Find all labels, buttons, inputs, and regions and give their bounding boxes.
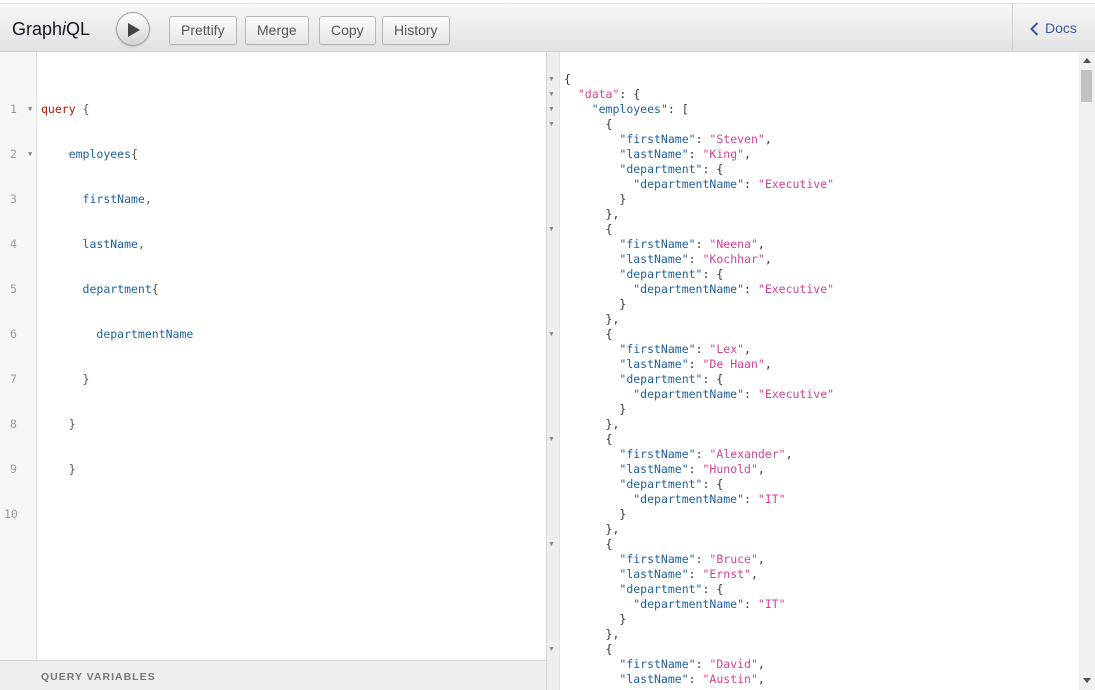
line-number: 7 xyxy=(10,372,17,386)
result-line: "department": { xyxy=(619,372,724,386)
fold-icon[interactable]: ▼ xyxy=(548,331,555,338)
line-number: 4 xyxy=(10,237,17,251)
fold-icon[interactable]: ▼ xyxy=(548,541,555,548)
result-line: "departmentName": "Executive" xyxy=(633,177,835,191)
line-number: 9 xyxy=(10,462,17,476)
chevron-left-icon xyxy=(1030,22,1039,36)
query-code[interactable]: query { employees{ firstName, lastName, … xyxy=(41,72,193,537)
fold-icon[interactable]: ▼ xyxy=(548,121,555,128)
query-line-numbers: 1 ▼ 2 ▼ 3 4 5 6 7 8 9 10 xyxy=(0,72,36,552)
line-number: 5 xyxy=(10,282,17,296)
result-line: "departmentName": "Executive" xyxy=(633,282,835,296)
result-line: "department": { xyxy=(619,162,724,176)
result-line: "data": { xyxy=(577,87,641,101)
query-line: lastName, xyxy=(82,237,145,251)
result-line: } xyxy=(564,612,627,626)
merge-button[interactable]: Merge xyxy=(245,16,309,45)
query-line: departmentName xyxy=(96,327,194,341)
result-line: { xyxy=(564,432,613,446)
result-line: "lastName": "King", xyxy=(619,147,751,161)
result-line: "firstName": "Alexander", xyxy=(619,447,793,461)
query-line: department{ xyxy=(82,282,159,296)
result-line: { xyxy=(564,537,613,551)
fold-icon[interactable]: ▼ xyxy=(548,436,555,443)
history-button[interactable]: History xyxy=(382,16,450,45)
result-line: }, xyxy=(564,522,620,536)
query-line: employees{ xyxy=(68,147,138,161)
result-line: } xyxy=(564,297,627,311)
scroll-down-arrow-icon[interactable] xyxy=(1083,678,1091,683)
result-line: }, xyxy=(564,207,620,221)
result-line: { xyxy=(564,222,613,236)
result-line: { xyxy=(564,327,613,341)
query-variables-label: QUERY VARIABLES xyxy=(41,671,156,683)
query-line: } xyxy=(41,462,76,476)
fold-icon[interactable]: ▼ xyxy=(28,102,32,117)
query-line: query { xyxy=(41,102,90,116)
result-line: } xyxy=(564,507,627,521)
result-viewer: { "data": { "employees": [ { "firstName"… xyxy=(560,52,1079,690)
fold-icon[interactable]: ▼ xyxy=(28,147,32,162)
result-line: { xyxy=(564,72,571,86)
result-line: { xyxy=(564,117,613,131)
line-number: 1 xyxy=(10,102,17,116)
result-line: "department": { xyxy=(619,582,724,596)
result-line: }, xyxy=(564,627,620,641)
result-line: "firstName": "Steven", xyxy=(619,132,772,146)
play-icon xyxy=(128,23,140,37)
execute-query-button[interactable] xyxy=(116,12,150,46)
result-line: "department": { xyxy=(619,477,724,491)
fold-icon[interactable]: ▼ xyxy=(548,91,555,98)
query-line: firstName, xyxy=(82,192,152,206)
docs-button[interactable]: Docs xyxy=(1012,4,1095,52)
result-line: "lastName": "Ernst", xyxy=(619,567,758,581)
docs-label: Docs xyxy=(1045,20,1077,36)
result-line: "firstName": "Lex", xyxy=(619,342,751,356)
result-line: "department": { xyxy=(619,267,724,281)
result-line: "lastName": "De Haan", xyxy=(619,357,772,371)
result-line: }, xyxy=(564,312,620,326)
copy-button[interactable]: Copy xyxy=(319,16,376,45)
query-line: } xyxy=(41,417,76,431)
result-line: "firstName": "Bruce", xyxy=(619,552,765,566)
query-line: } xyxy=(41,372,90,386)
result-line: "firstName": "Neena", xyxy=(619,237,765,251)
result-line: { xyxy=(564,642,613,656)
line-number: 10 xyxy=(4,507,18,521)
query-editor[interactable]: 1 ▼ 2 ▼ 3 4 5 6 7 8 9 10 query { employees… xyxy=(0,52,546,660)
result-line: "employees": [ xyxy=(591,102,689,116)
line-number: 6 xyxy=(10,327,17,341)
query-variables-toggle[interactable]: QUERY VARIABLES xyxy=(0,660,546,690)
result-line: "firstName": "David", xyxy=(619,657,765,671)
fold-icon[interactable]: ▼ xyxy=(548,76,555,83)
toolbar: GraphiQL Prettify Merge Copy History Doc… xyxy=(0,3,1095,52)
result-line: "lastName": "Austin", xyxy=(619,672,765,686)
app-title: GraphiQL xyxy=(12,19,91,39)
result-line: } xyxy=(564,192,627,206)
fold-icon[interactable]: ▼ xyxy=(548,226,555,233)
result-line: "departmentName": "Executive" xyxy=(633,387,835,401)
result-line: "departmentName": "IT" xyxy=(633,492,786,506)
fold-icon[interactable]: ▼ xyxy=(548,106,555,113)
result-line: "lastName": "Hunold", xyxy=(619,462,765,476)
prettify-button[interactable]: Prettify xyxy=(169,16,237,45)
line-number: 3 xyxy=(10,192,17,206)
result-line: }, xyxy=(564,417,620,431)
line-number: 2 xyxy=(10,147,17,161)
result-gutter xyxy=(546,52,560,690)
result-line: } xyxy=(564,402,627,416)
line-number: 8 xyxy=(10,417,17,431)
scrollbar-thumb[interactable] xyxy=(1081,70,1092,102)
result-line: "departmentName": "IT" xyxy=(633,597,786,611)
result-scrollbar[interactable] xyxy=(1079,52,1095,690)
scroll-up-arrow-icon[interactable] xyxy=(1083,58,1091,63)
result-line: "lastName": "Kochhar", xyxy=(619,252,772,266)
fold-icon[interactable]: ▼ xyxy=(548,646,555,653)
result-code: { "data": { "employees": [ { "firstName"… xyxy=(564,72,834,687)
